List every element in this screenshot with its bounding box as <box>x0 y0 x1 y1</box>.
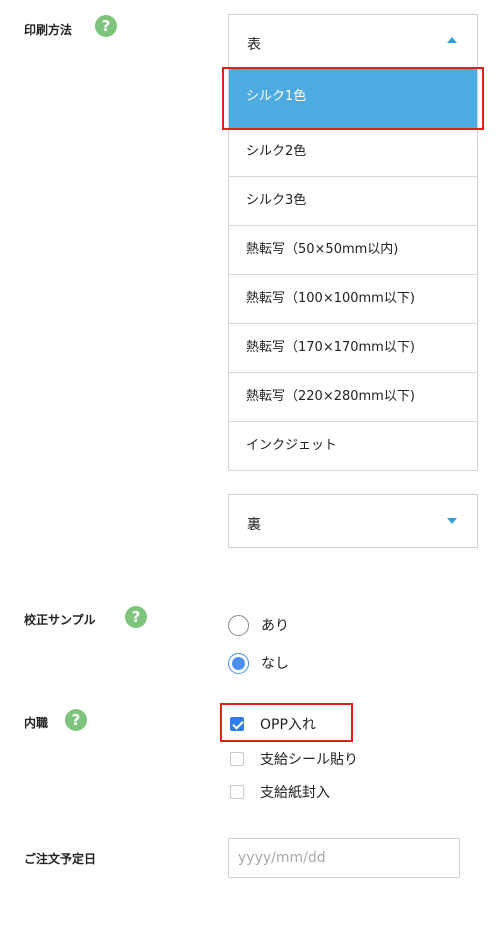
order-date-input[interactable] <box>228 838 460 878</box>
front-print-select[interactable]: 表 <box>228 14 478 68</box>
radio-label: なし <box>261 656 289 672</box>
dropdown-option[interactable]: シルク3色 <box>229 177 477 226</box>
help-icon[interactable]: ? <box>65 709 87 731</box>
dropdown-option[interactable]: シルク2色 <box>229 128 477 177</box>
front-print-dropdown: シルク1色 シルク2色 シルク3色 熱転写（50×50mm以内) 熱転写（100… <box>228 67 478 471</box>
dropdown-option[interactable]: インクジェット <box>229 422 477 471</box>
proof-sample-label: 校正サンプル <box>24 613 96 627</box>
help-icon[interactable]: ? <box>125 606 147 628</box>
checkbox[interactable] <box>230 785 244 799</box>
chevron-down-icon <box>447 518 457 524</box>
back-select-value: 裏 <box>247 517 261 533</box>
radio-button[interactable] <box>228 614 249 636</box>
chevron-up-icon <box>447 37 457 43</box>
proof-sample-option-yes[interactable]: あり <box>228 613 289 637</box>
dropdown-option[interactable]: 熱転写（100×100mm以下) <box>229 275 477 324</box>
print-method-label: 印刷方法 <box>24 23 73 37</box>
checkbox-paper-insert[interactable]: 支給紙封入 <box>230 782 330 802</box>
dropdown-option[interactable]: 熱転写（220×280mm以下) <box>229 373 477 422</box>
checkbox[interactable] <box>230 717 244 731</box>
dropdown-option[interactable]: 熱転写（50×50mm以内) <box>229 226 477 275</box>
order-date-label: ご注文予定日 <box>24 852 97 866</box>
dropdown-option[interactable]: シルク1色 <box>229 67 477 128</box>
checkbox-sticker[interactable]: 支給シール貼り <box>230 749 358 769</box>
help-icon[interactable]: ? <box>95 15 117 37</box>
radio-button[interactable] <box>228 652 249 674</box>
proof-sample-option-no[interactable]: なし <box>228 651 289 675</box>
checkbox-label: 支給紙封入 <box>260 785 330 801</box>
front-select-value: 表 <box>247 37 261 53</box>
inner-packaging-label: 内職 <box>24 716 49 730</box>
radio-label: あり <box>261 618 289 634</box>
checkbox-label: OPP入れ <box>260 717 316 733</box>
checkbox[interactable] <box>230 752 244 766</box>
checkbox-opp[interactable]: OPP入れ <box>230 714 316 734</box>
checkbox-label: 支給シール貼り <box>260 752 358 768</box>
dropdown-option[interactable]: 熱転写（170×170mm以下) <box>229 324 477 373</box>
back-print-select[interactable]: 裏 <box>228 494 478 548</box>
